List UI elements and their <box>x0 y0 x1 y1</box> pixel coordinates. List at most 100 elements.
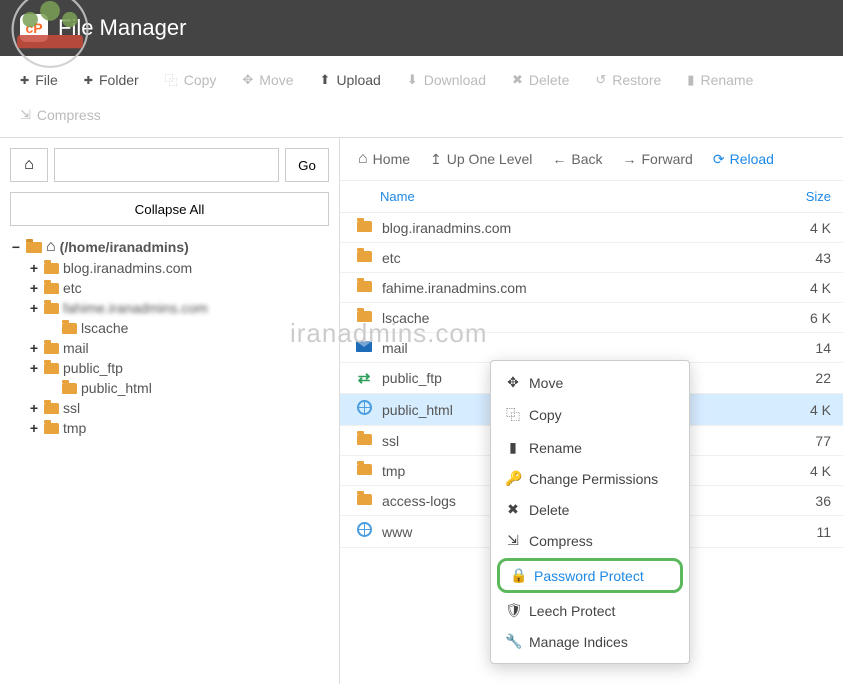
globe-icon <box>357 400 372 415</box>
new-folder-button[interactable]: Folder <box>74 64 149 95</box>
file-name: fahime.iranadmins.com <box>376 280 781 296</box>
upload-button[interactable]: Upload <box>310 64 391 95</box>
tree-item[interactable]: public_html <box>46 378 329 398</box>
tree-item[interactable]: +tmp <box>28 418 329 438</box>
expand-icon[interactable]: + <box>28 280 40 296</box>
context-menu-item[interactable]: 🔧Manage Indices <box>491 626 689 657</box>
move-button[interactable]: Move <box>232 64 303 95</box>
file-size: 22 <box>781 370 831 386</box>
menu-label: Delete <box>529 502 569 518</box>
tree-item[interactable]: lscache <box>46 318 329 338</box>
context-menu-item[interactable]: 🛡Leech Protect <box>491 595 689 626</box>
file-name: etc <box>376 250 781 266</box>
col-size[interactable]: Size <box>781 189 831 204</box>
folder-tree: − (/home/iranadmins) + blog.iranadmins.co… <box>10 236 329 438</box>
file-row[interactable]: blog.iranadmins.com4 K <box>340 213 843 243</box>
menu-label: Manage Indices <box>529 634 628 650</box>
delete-icon <box>512 72 523 88</box>
expand-icon[interactable]: + <box>28 360 40 376</box>
lock-icon: 🔒 <box>510 567 526 584</box>
tree-item[interactable]: + etc <box>28 278 329 298</box>
file-row[interactable]: etc43 <box>340 243 843 273</box>
move-icon <box>242 72 253 88</box>
copy-button[interactable]: Copy <box>155 64 227 95</box>
rename-icon <box>687 72 694 88</box>
label: Download <box>424 72 486 88</box>
tree-label: blog.iranadmins.com <box>63 260 192 276</box>
home-path-button[interactable] <box>10 148 48 182</box>
tree-item[interactable]: + blog.iranadmins.com <box>28 258 329 278</box>
restore-icon <box>595 72 606 88</box>
rename-button[interactable]: Rename <box>677 64 763 95</box>
tree-label: (/home/iranadmins) <box>60 239 189 255</box>
rename-icon: ▮ <box>505 439 521 456</box>
context-menu-item[interactable]: ⿻Copy <box>491 398 689 432</box>
tree-item[interactable]: +ssl <box>28 398 329 418</box>
tree-item[interactable]: + fahime.iranadmins.com <box>28 298 329 318</box>
label: Compress <box>37 107 101 123</box>
expand-icon[interactable]: + <box>28 400 40 416</box>
delete-button[interactable]: Delete <box>502 64 579 95</box>
tree-label: public_ftp <box>63 360 123 376</box>
context-menu: ✥Move⿻Copy▮Rename🔑Change Permissions✖Del… <box>490 360 690 664</box>
context-menu-item[interactable]: ✥Move <box>491 367 689 398</box>
label: Move <box>259 72 293 88</box>
go-button[interactable]: Go <box>285 148 329 182</box>
collapse-all-button[interactable]: Collapse All <box>10 192 329 226</box>
expand-icon[interactable]: + <box>28 300 40 316</box>
collapse-icon[interactable]: − <box>10 239 22 255</box>
file-row[interactable]: lscache6 K <box>340 303 843 333</box>
folder-icon <box>357 221 372 232</box>
context-menu-item[interactable]: ⇲Compress <box>491 525 689 556</box>
new-file-button[interactable]: File <box>10 64 68 95</box>
folder-icon <box>44 403 59 414</box>
context-menu-item[interactable]: ✖Delete <box>491 494 689 525</box>
folder-icon <box>357 311 372 322</box>
tree-label: etc <box>63 280 82 296</box>
context-menu-item[interactable]: 🔒Password Protect <box>497 558 683 593</box>
compress-button[interactable]: Compress <box>10 101 111 129</box>
folder-icon <box>357 434 372 445</box>
context-menu-item[interactable]: ▮Rename <box>491 432 689 463</box>
file-size: 11 <box>781 524 831 540</box>
file-row[interactable]: fahime.iranadmins.com4 K <box>340 273 843 303</box>
nav-forward-button[interactable]: Forward <box>615 146 701 172</box>
folder-icon <box>44 363 59 374</box>
shield-icon: 🛡 <box>505 602 521 619</box>
tree-root[interactable]: − (/home/iranadmins) <box>10 236 329 258</box>
folder-icon <box>44 423 59 434</box>
download-button[interactable]: Download <box>397 64 496 95</box>
file-row[interactable]: mail14 <box>340 333 843 363</box>
tree-label: mail <box>63 340 89 356</box>
tree-label: lscache <box>81 320 128 336</box>
context-menu-item[interactable]: 🔑Change Permissions <box>491 463 689 494</box>
folder-icon <box>62 323 77 334</box>
cpanel-logo: cP <box>20 14 48 42</box>
expand-icon[interactable]: + <box>28 420 40 436</box>
nav-reload-button[interactable]: Reload <box>705 146 782 172</box>
folder-icon <box>62 383 77 394</box>
menu-label: Change Permissions <box>529 471 658 487</box>
download-icon <box>407 72 418 88</box>
upload-icon <box>320 72 331 88</box>
tree-label: public_html <box>81 380 152 396</box>
compress-icon <box>20 107 31 123</box>
col-name[interactable]: Name <box>352 189 781 204</box>
path-input[interactable] <box>54 148 279 182</box>
restore-button[interactable]: Restore <box>585 64 671 95</box>
tree-label: fahime.iranadmins.com <box>63 300 208 316</box>
nav-up-button[interactable]: Up One Level <box>422 146 540 172</box>
nav-row: Home Up One Level Back Forward Reload <box>340 138 843 181</box>
expand-icon[interactable]: + <box>28 260 40 276</box>
home-icon <box>46 238 56 256</box>
reload-icon <box>713 151 725 168</box>
nav-back-button[interactable]: Back <box>544 146 610 172</box>
nav-home-button[interactable]: Home <box>350 146 418 172</box>
tree-item[interactable]: + public_ftp <box>28 358 329 378</box>
expand-icon[interactable]: + <box>28 340 40 356</box>
ftp-icon <box>358 370 371 387</box>
folder-open-icon <box>26 242 42 253</box>
file-size: 14 <box>781 340 831 356</box>
tree-item[interactable]: + mail <box>28 338 329 358</box>
copy-icon <box>165 70 178 89</box>
